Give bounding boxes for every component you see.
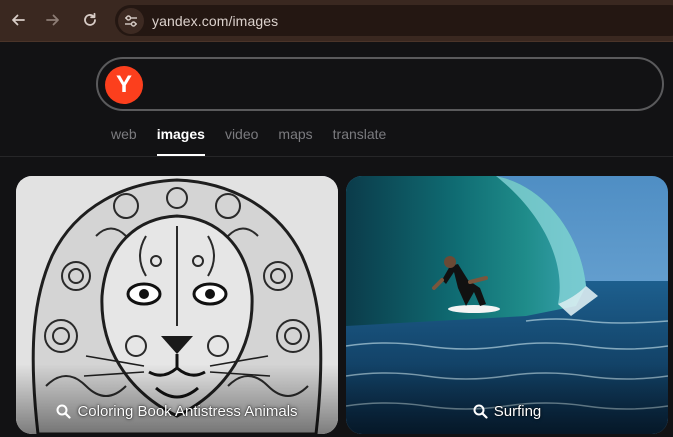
caption-shade	[16, 364, 338, 434]
image-result-coloring-book[interactable]: Coloring Book Antistress Animals	[16, 176, 338, 434]
search-box[interactable]: Y	[96, 57, 664, 111]
address-bar[interactable]: yandex.com/images	[115, 5, 673, 36]
forward-arrow-icon	[46, 14, 59, 26]
url-text[interactable]: yandex.com/images	[152, 13, 278, 29]
search-icon	[473, 404, 488, 419]
back-button[interactable]	[7, 9, 29, 31]
reload-button[interactable]	[79, 9, 101, 31]
forward-button[interactable]	[42, 9, 64, 31]
tab-web[interactable]: web	[111, 126, 137, 156]
tab-images[interactable]: images	[156, 126, 206, 156]
site-info-button[interactable]	[118, 7, 144, 34]
search-tabs: web images video maps translate	[111, 126, 406, 156]
card-caption[interactable]: Coloring Book Antistress Animals	[16, 403, 338, 420]
caption-text: Surfing	[493, 403, 542, 420]
tab-translate[interactable]: translate	[333, 126, 387, 156]
tab-maps[interactable]: maps	[278, 126, 312, 156]
divider	[0, 156, 673, 157]
site-info-icon	[125, 14, 137, 27]
reload-icon	[84, 12, 96, 26]
card-caption[interactable]: Surfing	[346, 403, 668, 420]
back-arrow-icon	[12, 14, 25, 26]
tab-video[interactable]: video	[225, 126, 258, 156]
browser-toolbar: yandex.com/images	[0, 0, 673, 42]
caption-shade	[346, 364, 668, 434]
yandex-logo[interactable]: Y	[105, 66, 143, 104]
caption-text: Coloring Book Antistress Animals	[77, 403, 298, 420]
search-icon	[56, 404, 72, 419]
image-result-surfing[interactable]: Surfing	[346, 176, 668, 434]
